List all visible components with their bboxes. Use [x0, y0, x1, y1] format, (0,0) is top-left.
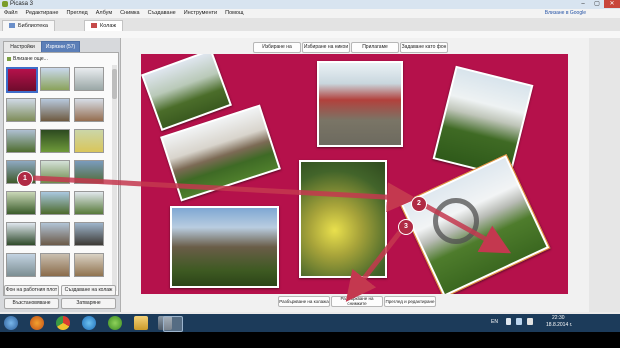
minimize-button[interactable]: – — [576, 0, 590, 8]
menu-album[interactable]: Албум — [92, 9, 116, 18]
volume-icon[interactable] — [527, 318, 533, 325]
picasa-app-icon — [2, 1, 8, 7]
reset-button[interactable]: Възстановяване — [4, 298, 59, 309]
collage-icon — [91, 23, 97, 29]
thumbnail[interactable] — [74, 98, 104, 122]
firefox-icon[interactable] — [30, 316, 44, 330]
chrome-icon[interactable] — [56, 316, 70, 330]
tray-icon[interactable] — [506, 318, 511, 325]
select-all-button[interactable]: Избиране на всички — [253, 42, 301, 59]
collage-photo[interactable] — [170, 206, 279, 288]
thumbnail[interactable] — [40, 191, 70, 215]
thumbnail[interactable] — [40, 160, 70, 184]
thumbnail[interactable] — [40, 98, 70, 122]
library-icon — [9, 23, 15, 29]
thumbnail[interactable] — [6, 67, 38, 93]
explorer-icon[interactable] — [134, 316, 148, 330]
picasa-icon[interactable] — [163, 316, 183, 332]
menu-edit[interactable]: Редактиране — [22, 9, 63, 18]
google-signin-link[interactable]: Влизане в Google — [545, 10, 586, 16]
thumbnail[interactable] — [6, 253, 36, 277]
collage-photo[interactable] — [317, 61, 403, 147]
thumbnail[interactable] — [40, 67, 70, 91]
select-none-button[interactable]: Избиране на никои — [302, 42, 350, 53]
clock-date[interactable]: 18.8.2014 г. — [546, 322, 572, 328]
tab-collage[interactable]: Колаж — [84, 20, 124, 31]
menu-bar: Файл Редактиране Преглед Албум Снимка Създава… — [0, 9, 620, 18]
thumbnail[interactable] — [74, 222, 104, 246]
menu-help[interactable]: Помощ — [221, 9, 247, 18]
start-icon[interactable] — [4, 316, 18, 330]
thumbnail[interactable] — [6, 129, 36, 153]
menu-view[interactable]: Преглед — [62, 9, 91, 18]
thumbnail[interactable] — [74, 253, 104, 277]
close-collage-button[interactable]: Затваряне — [61, 298, 116, 309]
thumbnail[interactable] — [6, 191, 36, 215]
close-window-button[interactable]: ✕ — [604, 0, 620, 8]
tabs-bar: Библиотека Колаж — [0, 18, 620, 39]
step-marker-3: 3 — [398, 219, 414, 235]
apply-button[interactable]: Прилагаме — [351, 42, 399, 53]
step-marker-1: 1 — [17, 171, 33, 187]
thumbnail[interactable] — [74, 160, 104, 184]
thumbnail[interactable] — [74, 67, 104, 91]
thumbnail[interactable] — [40, 129, 70, 153]
step-marker-2: 2 — [411, 196, 427, 212]
window-title: Picasa 3 — [10, 1, 34, 7]
network-icon[interactable] — [516, 318, 522, 325]
scrollbar-thumb[interactable] — [112, 69, 117, 99]
view-and-edit-button[interactable]: Преглед и редактиране — [384, 296, 436, 307]
create-collage-button[interactable]: Създаване на колаж — [61, 285, 116, 296]
rotate-handle-icon[interactable] — [433, 198, 479, 244]
collage-photo[interactable] — [299, 160, 387, 278]
collage-area: Избиране на всички Избиране на никои При… — [121, 38, 589, 312]
clips-scrollbar[interactable] — [112, 65, 117, 291]
menu-file[interactable]: Файл — [0, 9, 22, 18]
language-indicator[interactable]: EN — [491, 319, 498, 325]
collage-canvas[interactable] — [141, 54, 568, 294]
ie-icon[interactable] — [82, 316, 96, 330]
picasa-window: Picasa 3 – ▢ ✕ Файл Редактиране Преглед Алб… — [0, 0, 620, 314]
menu-create[interactable]: Създаване — [144, 9, 180, 18]
thumbnail[interactable] — [40, 222, 70, 246]
thumbnail[interactable] — [40, 253, 70, 277]
sidebar-tabs: Настройки Изрязни (57) — [3, 41, 117, 53]
maximize-button[interactable]: ▢ — [590, 0, 604, 8]
shuffle-pictures-button[interactable]: Разбъркване на снимките — [331, 296, 383, 307]
menu-tools[interactable]: Инструменти — [180, 9, 221, 18]
clip-icon — [7, 56, 11, 61]
set-as-background-button[interactable]: Задаване като фон — [400, 42, 448, 53]
shuffle-collage-button[interactable]: Разбъркване на колажа — [278, 296, 330, 307]
thumbnail[interactable] — [6, 222, 36, 246]
clips-header: Влизане още... — [6, 55, 116, 63]
thumbnail[interactable] — [6, 98, 36, 122]
collage-photo[interactable] — [432, 65, 534, 179]
tab-library[interactable]: Библиотека — [2, 20, 55, 31]
thumbnail[interactable] — [74, 129, 104, 153]
right-margin — [589, 38, 620, 312]
menu-picture[interactable]: Снимка — [116, 9, 143, 18]
utorrent-icon[interactable] — [108, 316, 122, 330]
desktop-background-button[interactable]: Фон на работния плот — [4, 285, 59, 296]
clock-time[interactable]: 22:30 — [552, 315, 565, 321]
windows-taskbar: EN 22:30 18.8.2014 г. — [0, 314, 620, 332]
thumbnail[interactable] — [74, 191, 104, 215]
